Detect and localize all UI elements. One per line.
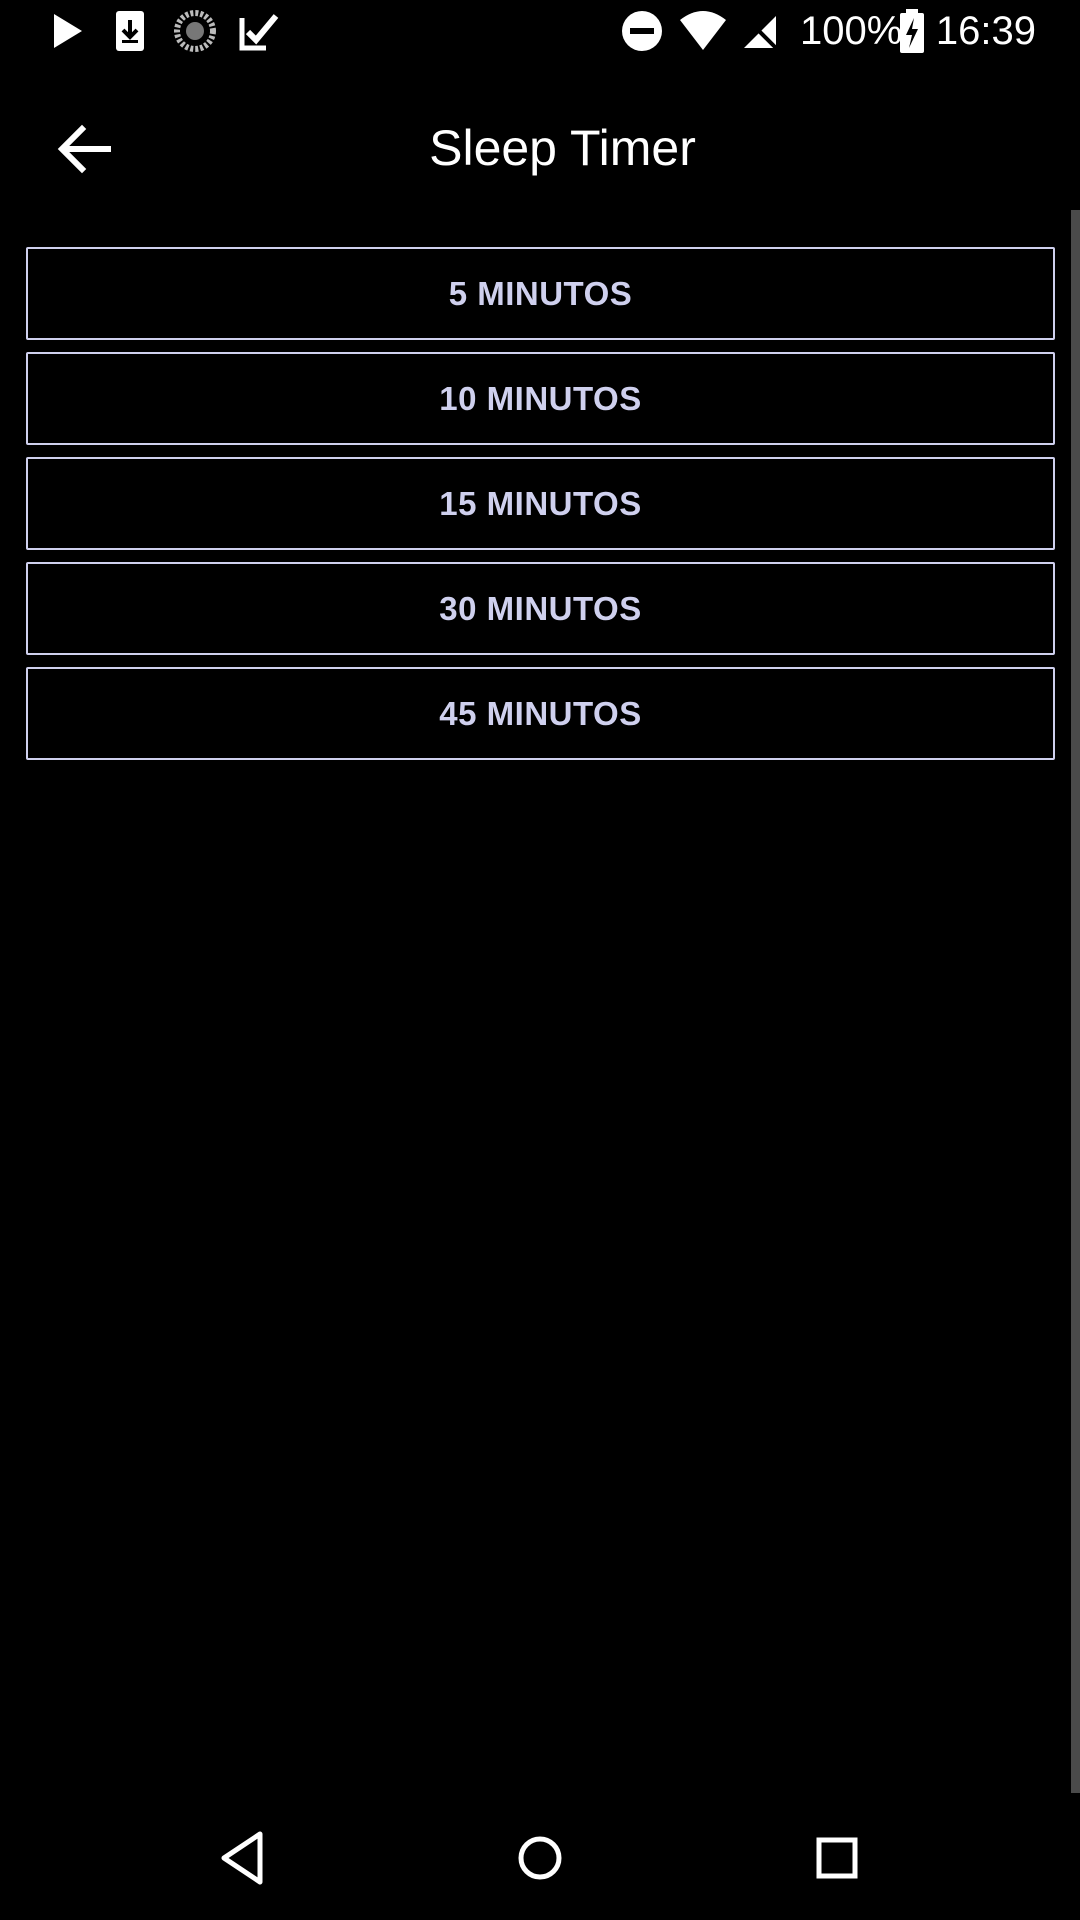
timer-option-45-button[interactable]: 45 MINUTOS	[26, 667, 1055, 760]
play-store-icon	[54, 14, 82, 48]
battery-percent: 100%	[800, 9, 903, 53]
timer-option-15-button[interactable]: 15 MINUTOS	[26, 457, 1055, 550]
checklist-icon	[239, 14, 279, 51]
status-bar: 100% 16:39	[0, 0, 1080, 63]
toolbar: Sleep Timer	[0, 63, 1080, 210]
status-time: 16:39	[935, 9, 1036, 53]
battery-charging-icon	[900, 9, 924, 53]
sync-spinner-icon	[174, 10, 216, 52]
timer-options-list: 5 MINUTOS 10 MINUTOS 15 MINUTOS 30 MINUT…	[26, 247, 1055, 772]
nav-back-icon[interactable]	[202, 1818, 282, 1898]
nav-recents-icon[interactable]	[797, 1818, 877, 1898]
nav-home-icon[interactable]	[500, 1818, 580, 1898]
scrollbar-track	[1071, 210, 1080, 1793]
timer-option-5-button[interactable]: 5 MINUTOS	[26, 247, 1055, 340]
system-nav-bar	[0, 1794, 1080, 1920]
wifi-icon	[680, 11, 726, 50]
page-title: Sleep Timer	[429, 120, 696, 176]
timer-option-30-button[interactable]: 30 MINUTOS	[26, 562, 1055, 655]
no-signal-icon	[740, 12, 780, 52]
timer-option-10-button[interactable]: 10 MINUTOS	[26, 352, 1055, 445]
download-icon	[116, 11, 144, 51]
do-not-disturb-icon	[622, 11, 662, 51]
